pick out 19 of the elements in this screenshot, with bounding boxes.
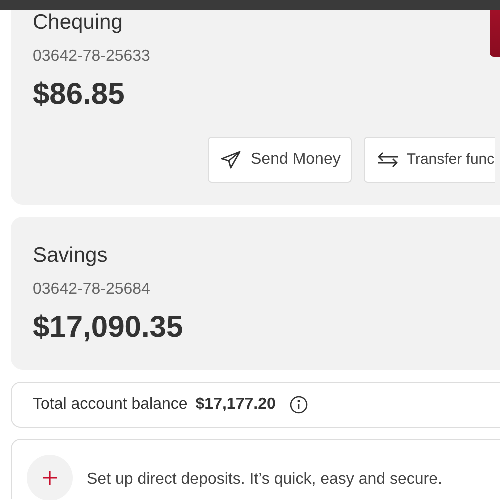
account-number: 03642-78-25633 — [33, 47, 152, 67]
send-money-button[interactable]: Send Money — [208, 137, 352, 183]
account-name: Savings — [33, 243, 108, 269]
account-name: Chequing — [33, 10, 123, 36]
account-card[interactable]: Chequing 03642-78-25633 $86.85 Send Money Transfer func — [11, 10, 500, 205]
plus-icon — [43, 471, 57, 485]
account-card[interactable]: Savings 03642-78-25684 $17,090.35 — [11, 217, 500, 370]
account-number: 03642-78-25684 — [33, 280, 152, 300]
account-balance: $86.85 — [33, 77, 126, 113]
total-balance-amount: $17,177.20 — [196, 395, 276, 415]
account-balance: $17,090.35 — [33, 310, 184, 346]
promo-text: Set up direct deposits. It’s quick, easy and secure. — [87, 470, 442, 490]
swap-arrows-icon — [376, 152, 399, 168]
info-icon[interactable] — [290, 396, 308, 414]
add-button[interactable] — [27, 455, 73, 500]
transfer-button[interactable]: Transfer func — [364, 137, 495, 183]
promo-card[interactable]: Set up direct deposits. It’s quick, easy and secure. — [11, 439, 500, 499]
paper-plane-icon — [221, 151, 241, 169]
total-balance-label: Total account balance — [33, 395, 188, 415]
